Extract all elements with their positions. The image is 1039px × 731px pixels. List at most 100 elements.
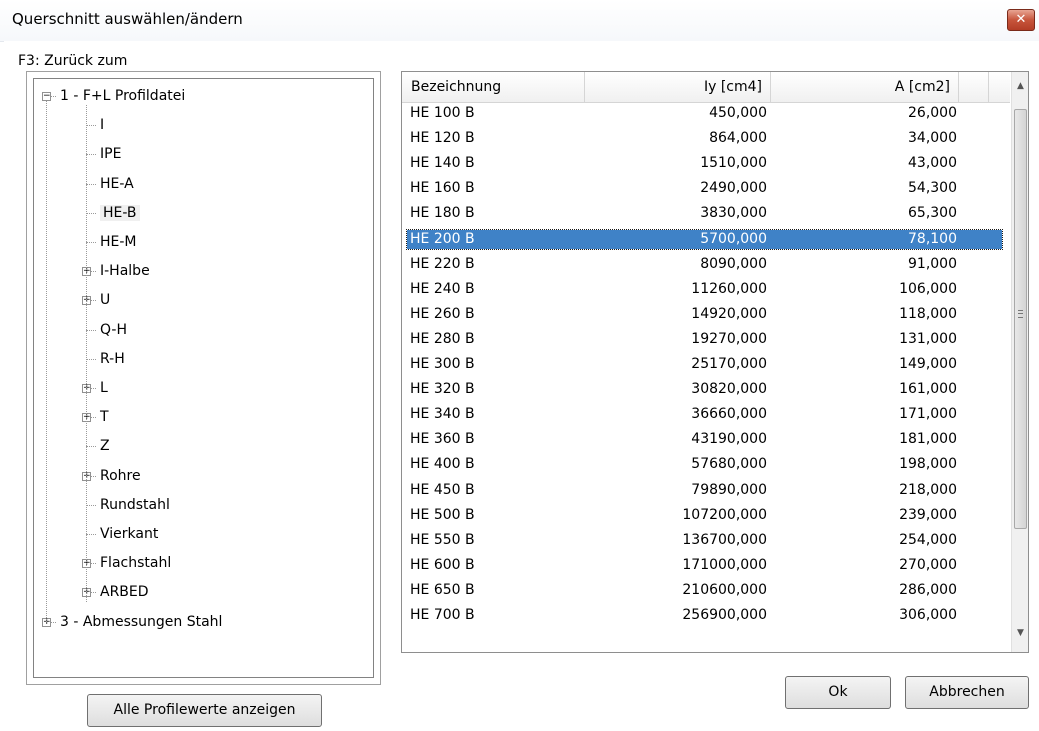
cell-bezeichnung: HE 160 B (410, 180, 475, 197)
table-row[interactable]: HE 100 B 450,000 26,000 (407, 104, 1002, 123)
cell-iy: 3830,000 (700, 205, 767, 222)
column-header-bezeichnung[interactable]: Bezeichnung (402, 72, 585, 102)
table-row[interactable]: HE 120 B 864,000 34,000 (407, 129, 1002, 148)
scroll-up-icon[interactable]: ▲ (1012, 78, 1028, 95)
tree-connector (86, 183, 96, 185)
cell-iy: 171000,000 (682, 556, 767, 573)
cell-bezeichnung: HE 240 B (410, 280, 475, 297)
cell-iy: 210600,000 (682, 581, 767, 598)
scroll-down-icon[interactable]: ▼ (1012, 625, 1028, 642)
tree-item-label: 3 - Abmessungen Stahl (60, 613, 223, 630)
table-row[interactable]: HE 600 B 171000,000 270,000 (407, 556, 1002, 575)
table-row[interactable]: HE 260 B 14920,000 118,000 (407, 305, 1002, 324)
tree-item-label: Q-H (100, 321, 127, 338)
vertical-scrollbar[interactable]: ▲ ▼ (1011, 72, 1028, 652)
tree-item-label: Z (100, 438, 110, 455)
tree-item-label: Flachstahl (100, 555, 172, 572)
collapse-icon[interactable]: − (42, 92, 51, 101)
tree-item[interactable]: Q-H (100, 320, 127, 340)
table-row[interactable]: HE 240 B 11260,000 106,000 (407, 280, 1002, 299)
cell-iy: 8090,000 (700, 255, 767, 272)
cell-iy: 14920,000 (691, 305, 767, 322)
table-row[interactable]: HE 280 B 19270,000 131,000 (407, 330, 1002, 349)
tree-item[interactable]: I-Halbe (100, 261, 150, 281)
table-row[interactable]: HE 160 B 2490,000 54,300 (407, 179, 1002, 198)
tree-item[interactable]: 1 - F+L Profildatei (60, 86, 185, 106)
tree-item[interactable]: Rohre (100, 466, 141, 486)
close-button[interactable]: ✕ (1007, 9, 1035, 31)
tree-item[interactable]: IPE (100, 144, 121, 164)
tree-item-label: HE-B (100, 204, 140, 221)
table-row[interactable]: HE 400 B 57680,000 198,000 (407, 455, 1002, 474)
table-row[interactable]: HE 320 B 30820,000 161,000 (407, 380, 1002, 399)
tree-item-label: IPE (100, 146, 122, 163)
scroll-thumb[interactable] (1014, 109, 1027, 529)
cell-area: 218,000 (899, 481, 957, 498)
table-row[interactable]: HE 200 B 5700,000 78,100 (406, 228, 1003, 250)
cell-bezeichnung: HE 400 B (410, 456, 475, 473)
column-header-area[interactable]: A [cm2] (771, 72, 959, 102)
tree-item[interactable]: U (100, 290, 110, 310)
tree-item[interactable]: Z (100, 436, 110, 456)
cell-bezeichnung: HE 500 B (410, 506, 475, 523)
table-row[interactable]: HE 180 B 3830,000 65,300 (407, 204, 1002, 223)
show-all-profile-values-button[interactable]: Alle Profilewerte anzeigen (87, 694, 322, 727)
close-icon: ✕ (1015, 12, 1027, 27)
cell-area: 78,100 (908, 230, 957, 247)
ok-label: Ok (828, 684, 848, 700)
tree-item-label: T (100, 409, 109, 426)
cancel-button[interactable]: Abbrechen (905, 676, 1029, 709)
cell-iy: 25170,000 (691, 356, 767, 372)
cell-area: 43,000 (908, 155, 957, 172)
tree-item-label: Rundstahl (100, 496, 170, 513)
tree-item[interactable]: HE-A (100, 174, 134, 194)
tree-item[interactable]: I (100, 115, 104, 135)
cell-area: 181,000 (899, 431, 957, 448)
tree-item[interactable]: R-H (100, 349, 125, 369)
cell-area: 198,000 (899, 456, 957, 473)
table-row[interactable]: HE 340 B 36660,000 171,000 (407, 405, 1002, 424)
table-row[interactable]: HE 500 B 107200,000 239,000 (407, 506, 1002, 525)
ok-button[interactable]: Ok (785, 676, 891, 709)
cell-iy: 450,000 (709, 105, 767, 121)
tree-item[interactable]: HE-M (100, 232, 137, 252)
cell-area: 54,300 (908, 180, 957, 197)
cell-iy: 36660,000 (691, 406, 767, 423)
table-row[interactable]: HE 220 B 8090,000 91,000 (407, 255, 1002, 274)
table-row[interactable]: HE 450 B 79890,000 218,000 (407, 481, 1002, 500)
cell-iy: 1510,000 (700, 155, 767, 172)
tree-item-label: Vierkant (100, 526, 159, 542)
cell-area: 306,000 (899, 607, 957, 623)
cell-bezeichnung: HE 360 B (410, 431, 475, 448)
cell-area: 34,000 (908, 130, 957, 147)
table-row[interactable]: HE 360 B 43190,000 181,000 (407, 430, 1002, 449)
cell-iy: 30820,000 (691, 381, 767, 398)
tree-item[interactable]: Rundstahl (100, 495, 170, 515)
tree-item[interactable]: Flachstahl (100, 553, 171, 573)
cell-bezeichnung: HE 700 B (410, 607, 475, 623)
tree-item[interactable]: Vierkant (100, 524, 158, 544)
tree-item[interactable]: T (100, 407, 109, 427)
tree-item[interactable]: ARBED (100, 582, 149, 602)
profile-table[interactable]: Bezeichnung Iy [cm4] A [cm2] HE 100 B 450… (401, 71, 1029, 653)
table-row[interactable]: HE 300 B 25170,000 149,000 (407, 355, 1002, 374)
cell-bezeichnung: HE 180 B (410, 205, 475, 222)
cell-area: 91,000 (908, 255, 957, 272)
profile-tree[interactable]: 1 - F+L Profildatei − I IPE HE-A HE-B HE-M I-Ha… (33, 78, 374, 678)
cell-iy: 107200,000 (682, 506, 767, 523)
group-label: F3: Zurück zum (18, 53, 128, 69)
cell-area: 171,000 (899, 406, 957, 423)
table-row[interactable]: HE 550 B 136700,000 254,000 (407, 531, 1002, 550)
cell-iy: 11260,000 (691, 280, 767, 297)
cell-area: 239,000 (899, 506, 957, 523)
column-header-iy[interactable]: Iy [cm4] (585, 72, 771, 102)
grip-icon (1018, 310, 1023, 318)
cell-bezeichnung: HE 220 B (410, 255, 475, 272)
table-row[interactable]: HE 140 B 1510,000 43,000 (407, 154, 1002, 173)
table-row[interactable]: HE 700 B 256900,000 306,000 (407, 606, 1002, 625)
tree-item[interactable]: L (100, 378, 108, 398)
table-row[interactable]: HE 650 B 210600,000 286,000 (407, 581, 1002, 600)
tree-item[interactable]: HE-B (100, 203, 140, 223)
tree-item[interactable]: 3 - Abmessungen Stahl (60, 612, 222, 632)
tree-connector (86, 242, 96, 243)
